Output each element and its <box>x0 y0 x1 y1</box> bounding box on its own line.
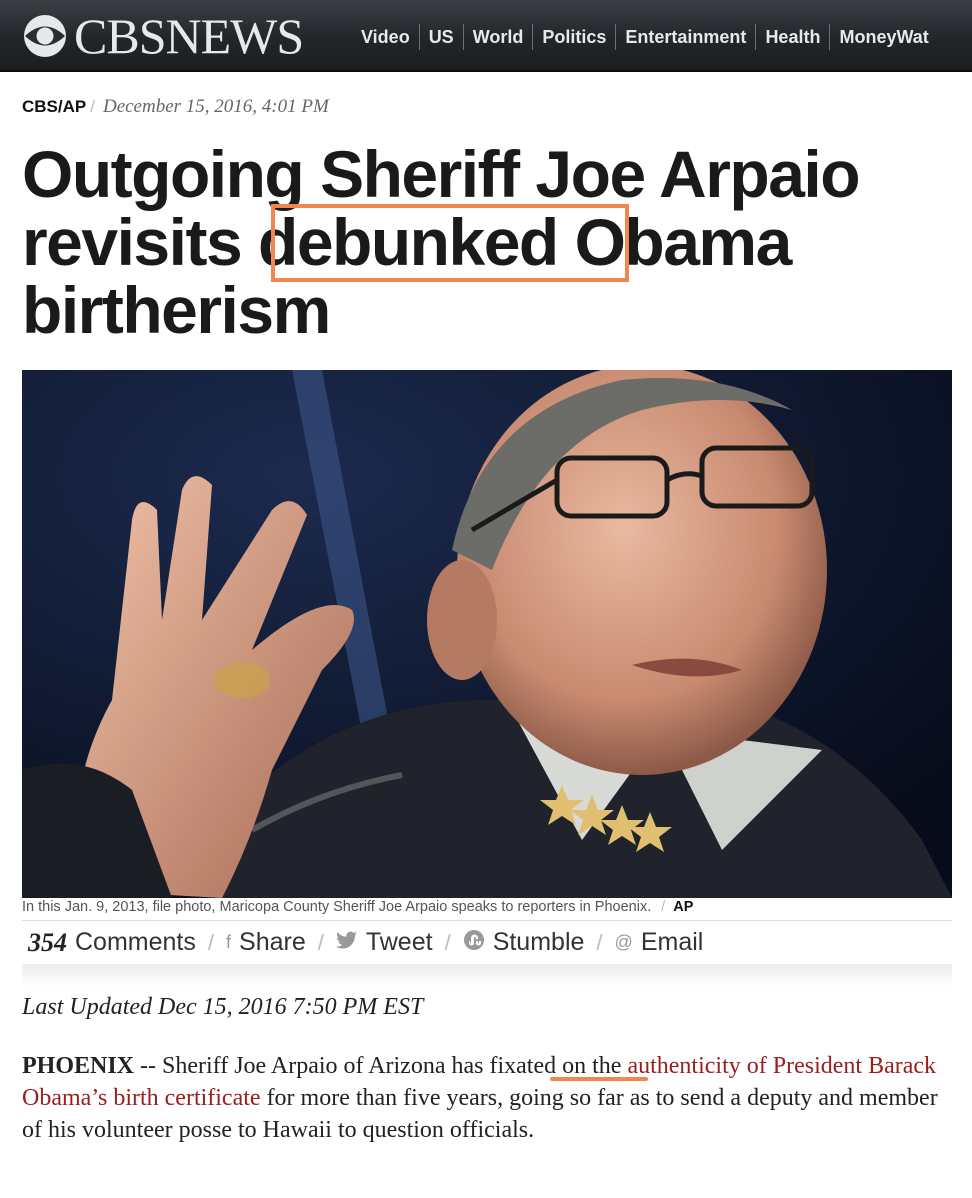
share-bar: 354 Comments / f Share / Tweet / Stumble… <box>22 920 952 964</box>
tweet-button[interactable]: Tweet <box>366 928 433 957</box>
nav-item-video[interactable]: Video <box>352 24 419 50</box>
headline-highlight-word: debunked <box>258 205 559 279</box>
nav-item-health[interactable]: Health <box>755 24 829 50</box>
dateline: PHOENIX <box>22 1053 135 1079</box>
last-updated: Last Updated Dec 15, 2016 7:50 PM EST <box>22 994 424 1020</box>
nav-item-world[interactable]: World <box>462 24 533 50</box>
share-button[interactable]: Share <box>239 928 306 957</box>
article-headline: Outgoing Sheriff Joe Arpaio revisits deb… <box>22 140 962 344</box>
headline-line-3: birtherism <box>22 273 331 347</box>
nav-item-us[interactable]: US <box>418 24 463 50</box>
twitter-bird-icon <box>335 931 358 954</box>
article-photo[interactable] <box>22 370 952 898</box>
nav-item-entertainment[interactable]: Entertainment <box>615 24 755 50</box>
byline-date: December 15, 2016, 4:01 PM <box>102 96 329 117</box>
email-at-icon: @ <box>614 932 633 952</box>
annotation-underline <box>550 1077 648 1081</box>
share-bar-shadow <box>22 964 952 988</box>
comments-link[interactable]: Comments <box>75 928 196 957</box>
photo-caption: In this Jan. 9, 2013, file photo, Marico… <box>22 899 694 915</box>
nav-menu: Video US World Politics Entertainment He… <box>352 24 938 50</box>
byline-separator: / <box>90 97 95 116</box>
cbs-news-logo[interactable]: CBSNEWS <box>22 8 304 64</box>
stumble-button[interactable]: Stumble <box>493 928 585 957</box>
facebook-icon: f <box>226 932 232 952</box>
photo-credit: AP <box>673 899 694 915</box>
paragraph-text-2: on the <box>556 1053 628 1079</box>
nav-item-moneywatch[interactable]: MoneyWat <box>829 24 937 50</box>
logo-text: CBSNEWS <box>74 8 304 64</box>
headline-line-2a: revisits <box>22 205 243 279</box>
highlighted-word: fixated <box>489 1053 557 1079</box>
cbs-eye-icon <box>22 13 68 59</box>
byline: CBS/AP / December 15, 2016, 4:01 PM <box>22 96 329 118</box>
byline-source: CBS/AP <box>22 97 87 116</box>
nav-item-politics[interactable]: Politics <box>532 24 615 50</box>
email-button[interactable]: Email <box>641 928 704 957</box>
headline-line-2b: Obama <box>574 205 793 279</box>
article-paragraph: PHOENIX -- Sheriff Joe Arpaio of Arizona… <box>22 1050 957 1146</box>
headline-line-1: Outgoing Sheriff Joe Arpaio <box>22 137 861 211</box>
top-navigation-bar: CBSNEWS Video US World Politics Entertai… <box>0 0 972 72</box>
stumbleupon-icon <box>463 929 485 956</box>
caption-text: In this Jan. 9, 2013, file photo, Marico… <box>22 899 652 915</box>
paragraph-text-1: -- Sheriff Joe Arpaio of Arizona has <box>134 1053 490 1079</box>
comment-count[interactable]: 354 <box>28 928 67 958</box>
